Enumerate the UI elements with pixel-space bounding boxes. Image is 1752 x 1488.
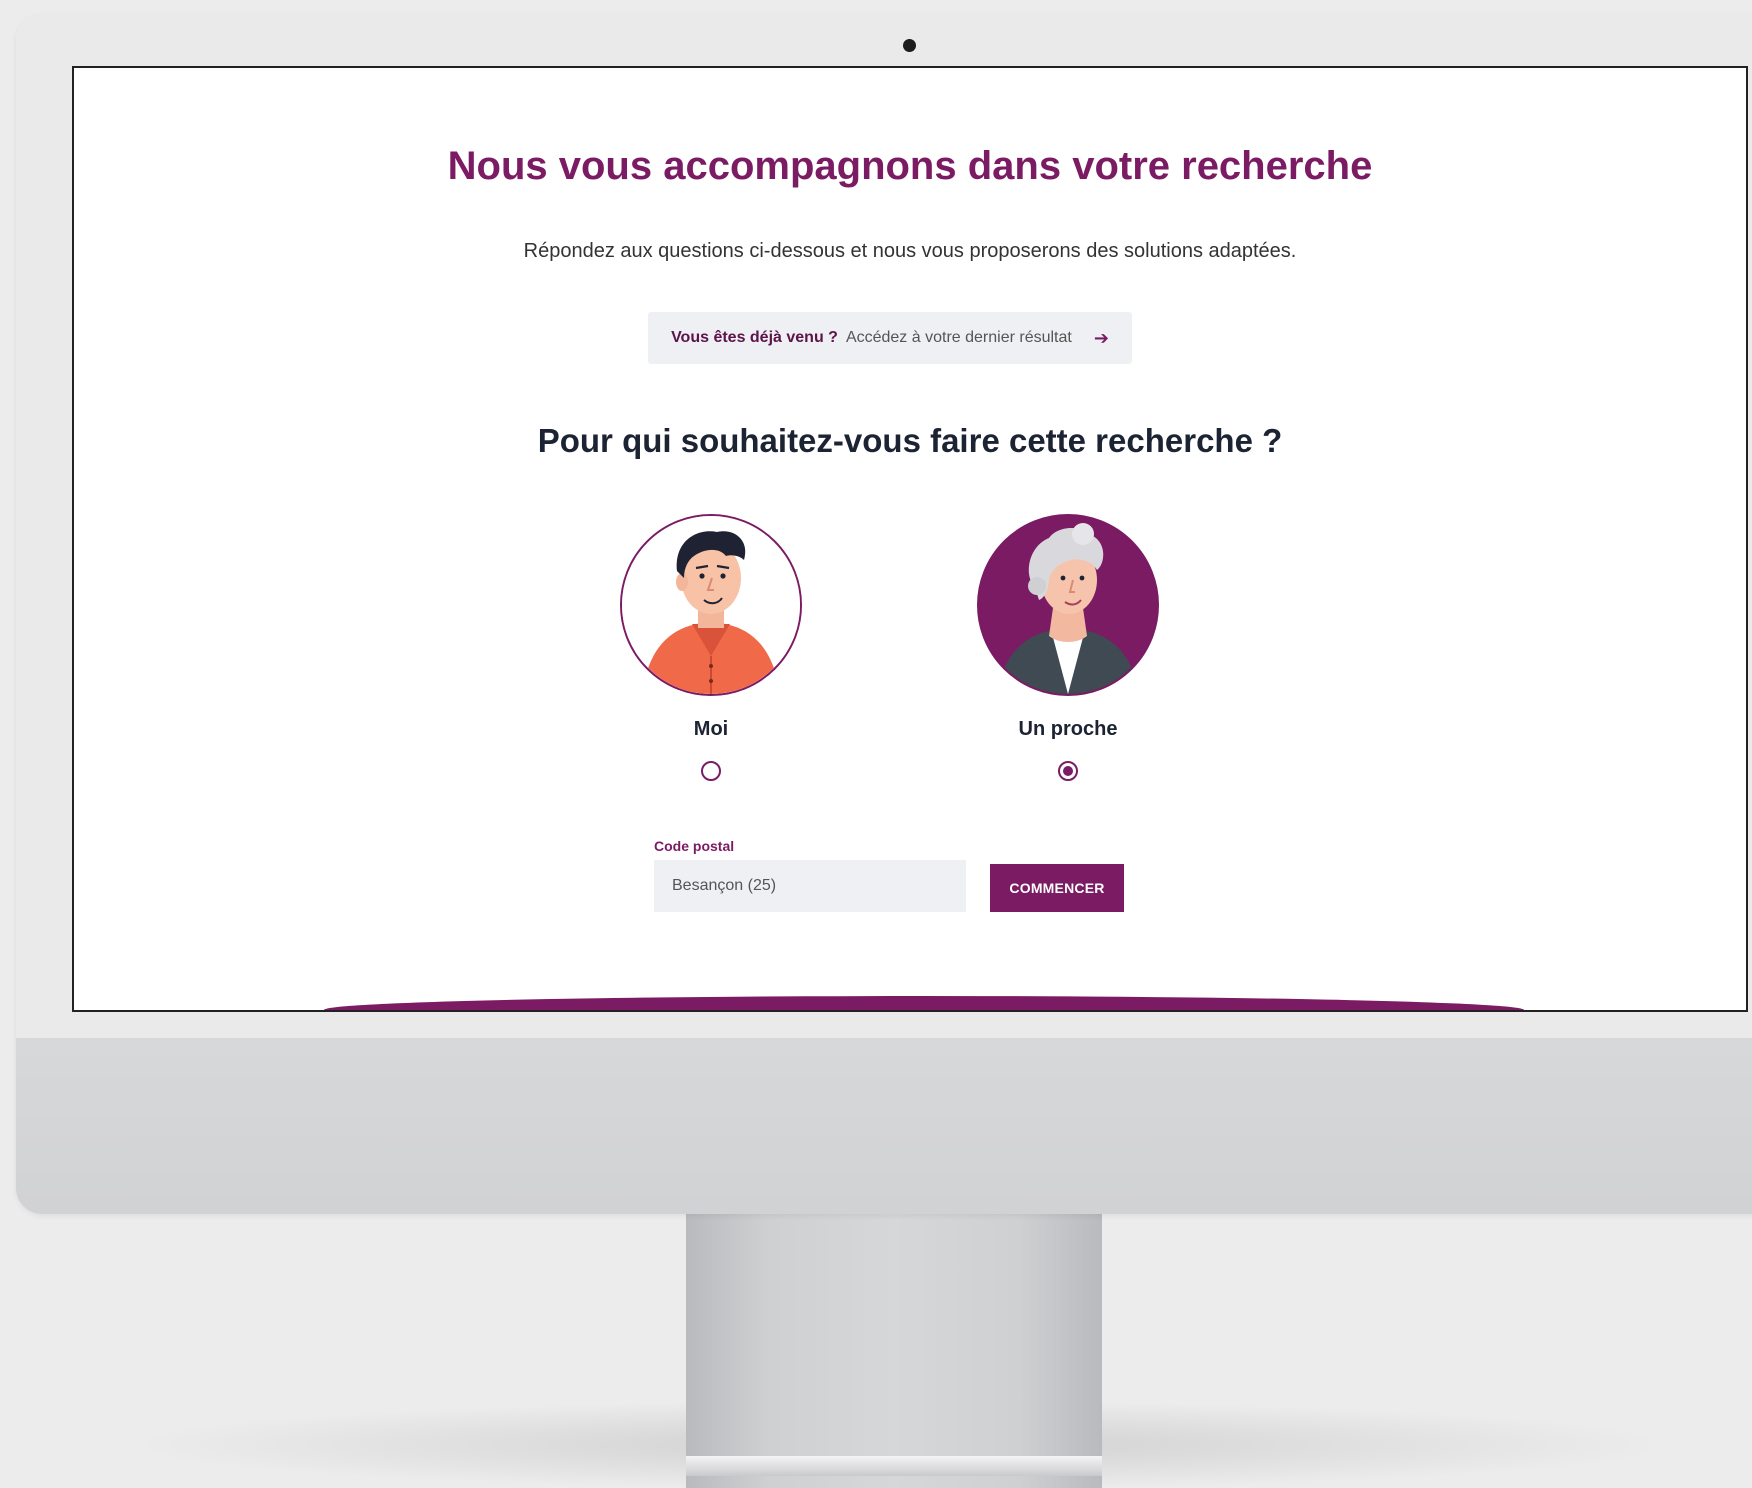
option-un-proche-label: Un proche [1018, 718, 1118, 740]
monitor-stand [686, 1214, 1102, 1488]
desktop-mockup: Nous vous accompagnons dans votre recher… [0, 0, 1752, 1488]
radio-un-proche[interactable] [1058, 761, 1078, 781]
arrow-right-icon: ➔ [1093, 327, 1109, 348]
postal-code-label: Code postal [654, 838, 735, 854]
postal-code-input[interactable] [654, 860, 966, 912]
monitor-stand-base [686, 1456, 1102, 1476]
screen-bottom-wave [324, 996, 1524, 1010]
option-un-proche: Un proche [977, 514, 1159, 781]
camera-dot [903, 39, 916, 52]
screen: Nous vous accompagnons dans votre recher… [72, 66, 1748, 1012]
page-title: Nous vous accompagnons dans votre recher… [447, 144, 1373, 188]
elderly-woman-avatar[interactable] [977, 514, 1159, 696]
monitor-chin [16, 1038, 1752, 1214]
last-result-link[interactable]: Vous êtes déjà venu ? Accédez à votre de… [648, 312, 1132, 364]
page-subtitle: Répondez aux questions ci-dessous et nou… [523, 240, 1297, 262]
last-result-label: Accédez à votre dernier résultat [845, 329, 1072, 346]
young-man-avatar[interactable] [620, 514, 802, 696]
returning-question: Vous êtes déjà venu ? [671, 329, 838, 346]
option-moi-label: Moi [693, 718, 729, 740]
option-moi: Moi [620, 514, 802, 781]
start-button[interactable]: COMMENCER [990, 864, 1124, 912]
question-title: Pour qui souhaitez-vous faire cette rech… [537, 422, 1283, 459]
monitor: Nous vous accompagnons dans votre recher… [16, 14, 1752, 1214]
radio-moi[interactable] [701, 761, 721, 781]
